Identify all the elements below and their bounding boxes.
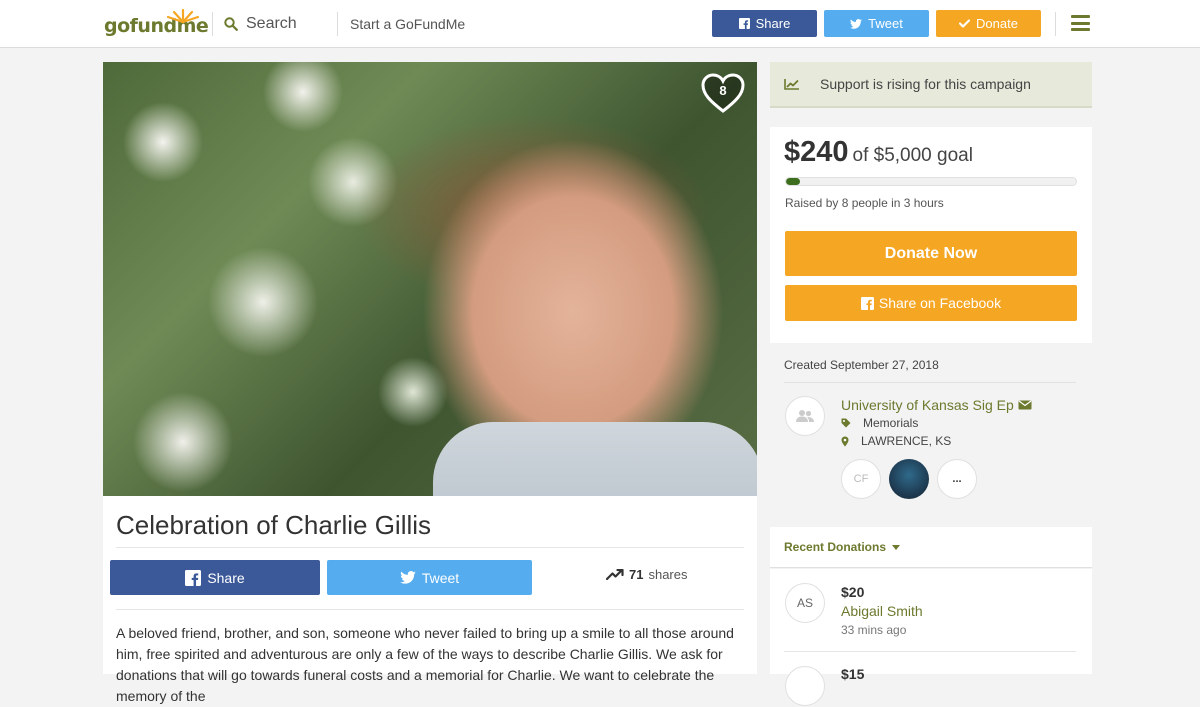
rising-text: Support is rising for this campaign (820, 76, 1031, 92)
share-on-facebook-button[interactable]: Share on Facebook (785, 285, 1077, 321)
donation-amount: $15 (841, 666, 865, 682)
donation-time: 33 mins ago (841, 623, 907, 637)
divider (784, 382, 1076, 383)
shares-count: 71 shares (606, 565, 688, 583)
header-tweet-label: Tweet (868, 16, 903, 31)
facebook-icon (185, 569, 202, 586)
twitter-icon (400, 571, 416, 584)
start-gofundme-link[interactable]: Start a GoFundMe (350, 16, 465, 32)
location-row: LAWRENCE, KS (841, 434, 951, 448)
raised-by-text: Raised by 8 people in 3 hours (785, 196, 944, 210)
created-date: Created September 27, 2018 (784, 358, 939, 372)
donor-name: Abigail Smith (841, 603, 923, 619)
photo-detail (433, 422, 757, 496)
shares-number: 71 (629, 566, 644, 582)
share-on-facebook-label: Share on Facebook (878, 295, 1002, 311)
caret-down-icon (892, 544, 901, 550)
raised-amount: $240 (784, 136, 849, 168)
divider (784, 651, 1076, 652)
twitter-icon (850, 18, 863, 29)
campaign-photo (103, 62, 757, 496)
search-label: Search (246, 15, 297, 32)
header-divider (337, 12, 338, 36)
envelope-icon[interactable] (1018, 400, 1032, 410)
gofundme-logo[interactable]: gofundme (104, 8, 209, 38)
campaign-share-label: Share (207, 569, 245, 586)
organizer-link[interactable]: University of Kansas Sig Ep (841, 397, 1032, 413)
organizer-name: University of Kansas Sig Ep (841, 397, 1014, 413)
search-link[interactable]: Search (224, 12, 297, 36)
campaign-tweet-button[interactable]: Tweet (327, 560, 532, 595)
team-member-photo[interactable] (889, 459, 929, 499)
search-icon (224, 17, 238, 31)
header-tweet-button[interactable]: Tweet (824, 10, 929, 37)
recent-donations-toggle[interactable]: Recent Donations (770, 527, 1092, 568)
group-icon (796, 410, 814, 422)
facebook-icon (860, 296, 874, 310)
header-divider (212, 12, 213, 36)
header-divider (1055, 12, 1056, 36)
category-label[interactable]: Memorials (863, 416, 918, 430)
top-header: gofundme Search Start a GoFundMe Share T… (0, 0, 1200, 48)
location-icon (841, 436, 849, 446)
header-donate-label: Donate (976, 16, 1018, 31)
tag-icon (841, 418, 851, 428)
divider (116, 547, 744, 548)
shares-label: shares (648, 566, 688, 582)
trending-icon (606, 568, 624, 580)
raised-summary: $240 of $5,000 goal (784, 136, 973, 169)
recent-donations-label: Recent Donations (784, 540, 887, 554)
menu-icon[interactable] (1071, 15, 1090, 31)
chart-icon (784, 79, 799, 90)
header-share-button[interactable]: Share (712, 10, 817, 37)
check-icon (959, 19, 971, 28)
heart-count: 8 (719, 83, 727, 98)
donor-avatar (785, 666, 825, 706)
team-member-avatar[interactable]: CF (841, 459, 881, 499)
divider (116, 609, 744, 610)
header-donate-button[interactable]: Donate (936, 10, 1041, 37)
goal-text: of $5,000 goal (852, 145, 973, 166)
organizer-avatar[interactable] (785, 396, 825, 436)
donation-amount: $20 (841, 584, 865, 600)
donor-avatar: AS (785, 583, 825, 623)
header-share-label: Share (755, 16, 791, 31)
progress-fill (786, 178, 800, 185)
category-row: Memorials (841, 416, 918, 430)
location-label: LAWRENCE, KS (861, 434, 952, 448)
facebook-icon (738, 18, 750, 29)
rising-banner: Support is rising for this campaign (770, 62, 1092, 108)
donate-now-button[interactable]: Donate Now (785, 231, 1077, 276)
logo-sun-icon (166, 8, 200, 24)
donations-list (770, 569, 1092, 674)
campaign-story: A beloved friend, brother, and son, some… (116, 625, 734, 704)
campaign-tweet-label: Tweet (421, 569, 460, 586)
campaign-title: Celebration of Charlie Gillis (116, 510, 432, 540)
campaign-share-button[interactable]: Share (110, 560, 320, 595)
team-more-button[interactable]: ... (937, 459, 977, 499)
progress-bar (785, 177, 1077, 186)
